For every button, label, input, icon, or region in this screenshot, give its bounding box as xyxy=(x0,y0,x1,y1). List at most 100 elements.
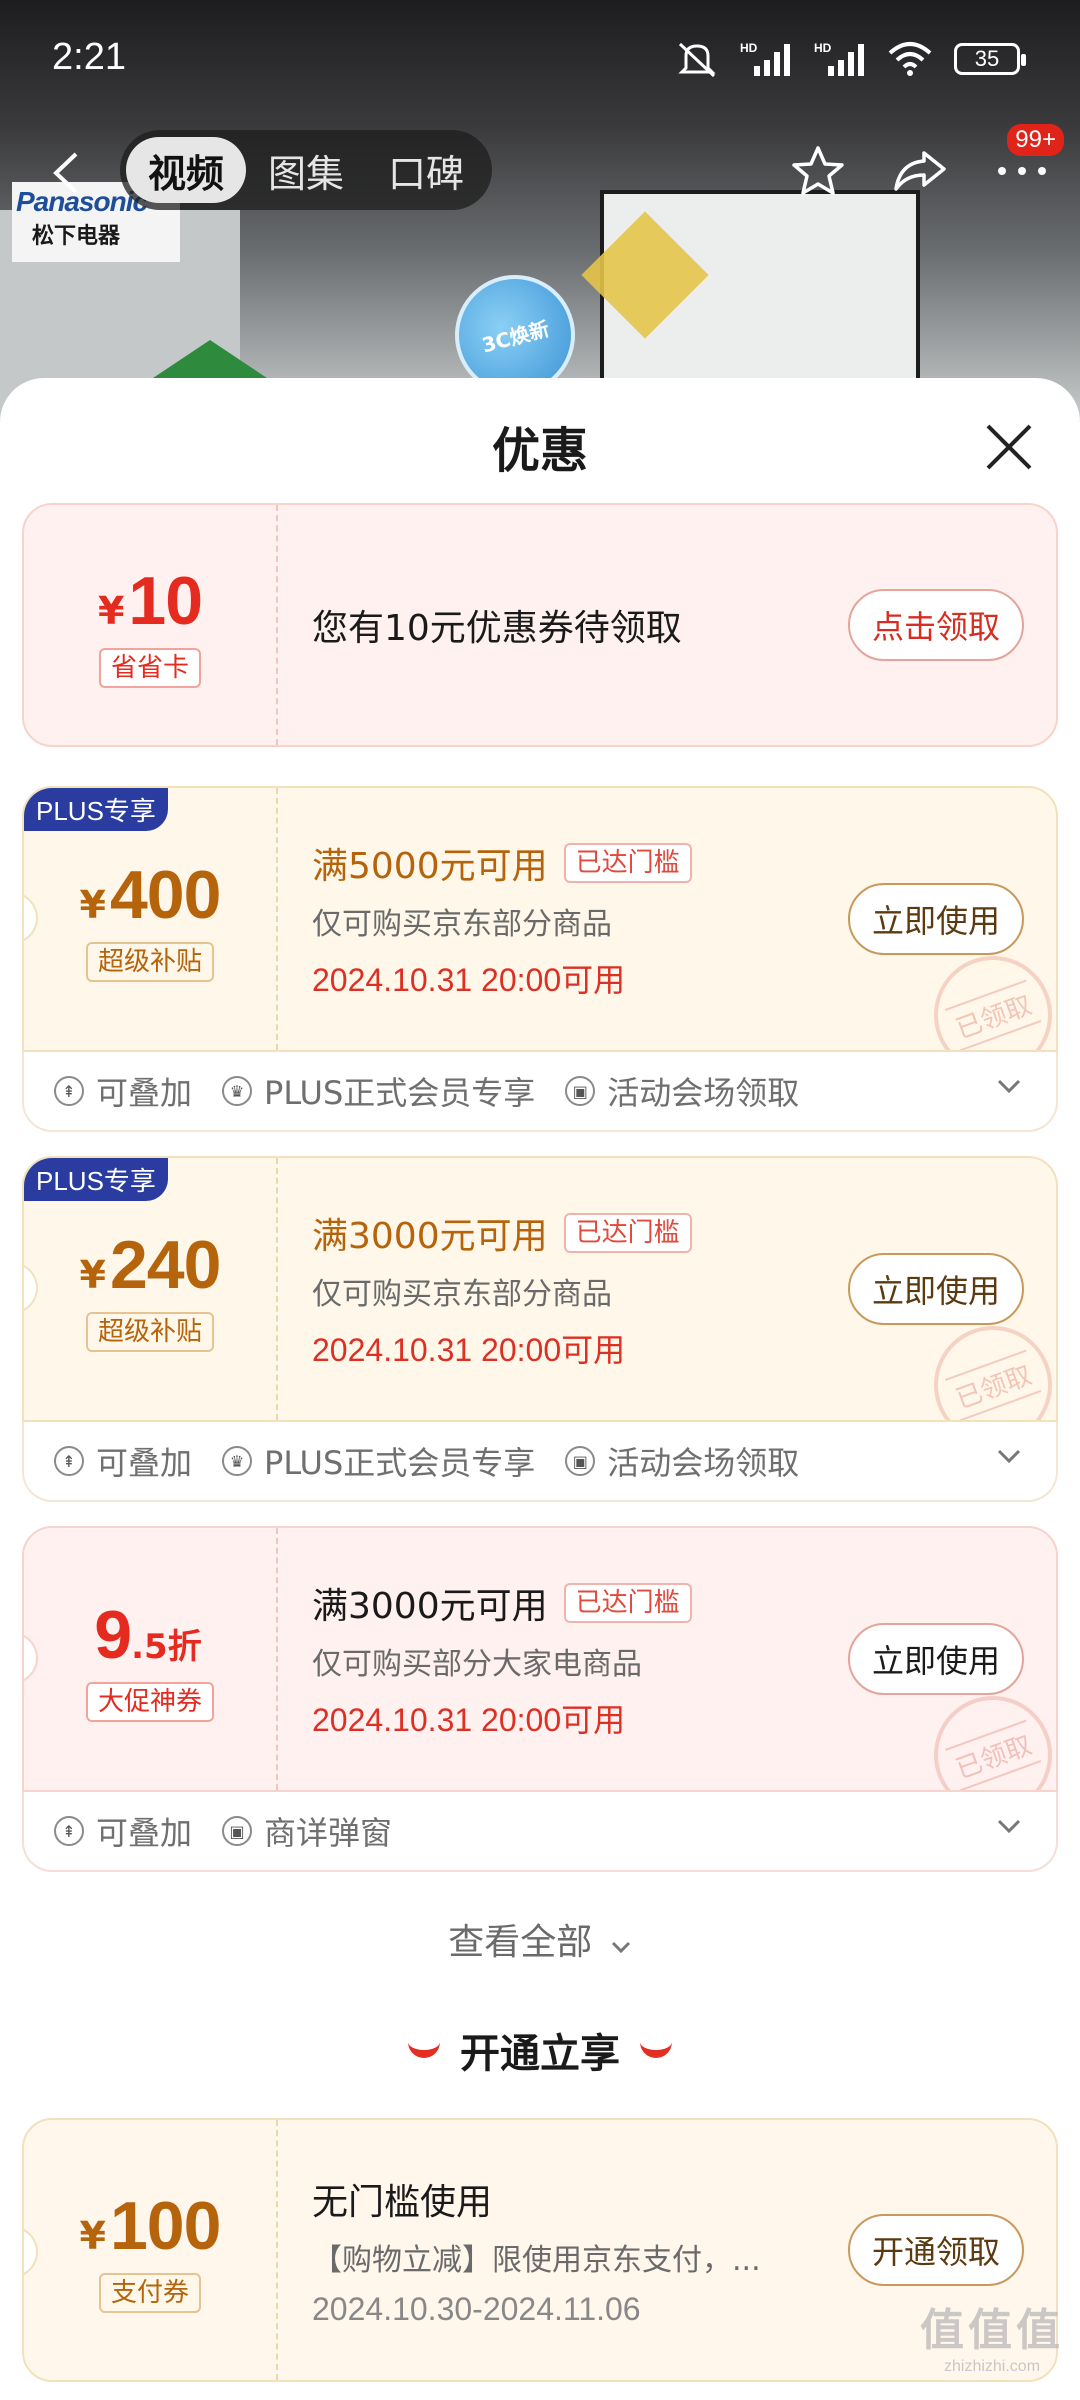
threshold-reached-tag: 已达门槛 xyxy=(563,1583,692,1623)
status-icons: HD HD 35 xyxy=(676,40,1026,78)
meta-text: PLUS正式会员专享 xyxy=(264,1074,536,1112)
coupon-card: 9 .5折 大促神券 满3000元可用 已达门槛 仅可购买部分大家电商品 202… xyxy=(22,1526,1058,1792)
coupon-card: ¥ 100 支付券 无门槛使用 【购物立减】限使用京东支付，... 2024.1… xyxy=(22,2118,1058,2382)
coupon-card: ¥ 10 省省卡 您有10元优惠券待领取 点击领取 xyxy=(22,503,1058,747)
threshold-reached-tag: 已达门槛 xyxy=(563,1213,692,1253)
coupon-amount: ¥ 100 xyxy=(79,2187,222,2265)
coupon-amount-block: ¥ 10 省省卡 xyxy=(24,505,276,745)
meta-popup: ▣ 商详弹窗 xyxy=(222,1808,392,1854)
claim-button[interactable]: 点击领取 xyxy=(847,589,1024,661)
crown-icon: ♛ xyxy=(222,1446,253,1476)
coupon-amount: 9 .5折 xyxy=(94,1596,205,1674)
ticket-icon: ▣ xyxy=(565,1076,596,1106)
coupon-meta-row[interactable]: ⇞ 可叠加 ▣ 商详弹窗 xyxy=(22,1792,1058,1872)
mute-icon xyxy=(678,42,716,78)
condition-row: 满5000元可用 已达门槛 xyxy=(312,837,692,889)
view-all-text: 查看全部 xyxy=(448,1922,593,1963)
stack-icon: ⇞ xyxy=(54,1446,84,1476)
ticket-icon: ▣ xyxy=(222,1816,253,1846)
crown-icon: ♛ xyxy=(222,1076,253,1106)
stack-icon: ⇞ xyxy=(54,1076,84,1106)
coupon-type-tag: 超级补贴 xyxy=(85,1312,214,1352)
watermark-url: zhizhizhi.com xyxy=(943,2358,1041,2375)
sheet-title: 优惠 xyxy=(491,422,588,479)
coupon-condition: 满3000元可用 xyxy=(312,1586,548,1627)
coupon-scope: 仅可购买京东部分商品 xyxy=(312,1277,612,1312)
coupon-card: PLUS专享 ¥ 240 超级补贴 满3000元可用 已达门槛 仅可购买京东部分… xyxy=(22,1156,1058,1422)
tab-video[interactable]: 视频 xyxy=(126,137,246,203)
coupon-info: 无门槛使用 【购物立减】限使用京东支付，... 2024.10.30-2024.… xyxy=(312,2120,761,2380)
currency-symbol: ¥ xyxy=(79,883,106,927)
coupon-date: 2024.10.31 20:00可用 xyxy=(312,1702,626,1738)
coupon-amount-block: ¥ 100 支付券 xyxy=(24,2120,276,2380)
meta-venue: ▣ 活动会场领取 xyxy=(565,1068,799,1114)
coupon-amount: ¥ 240 xyxy=(79,1226,222,1304)
use-now-button[interactable]: 立即使用 xyxy=(847,1253,1024,1325)
back-icon[interactable] xyxy=(50,150,82,196)
amount-value: 10 xyxy=(128,563,203,639)
coupon-type-tag: 省省卡 xyxy=(98,648,201,688)
share-icon[interactable] xyxy=(892,147,948,195)
currency-symbol: ¥ xyxy=(79,1253,106,1297)
stack-icon: ⇞ xyxy=(54,1816,84,1846)
view-all-link[interactable]: 查看全部 xyxy=(0,1913,1080,1965)
chevron-down-icon[interactable] xyxy=(996,1448,1022,1464)
coupon-info: 您有10元优惠券待领取 xyxy=(312,505,682,745)
watermark-logo: 值值值 xyxy=(920,2305,1064,2356)
currency-symbol: ¥ xyxy=(97,589,125,633)
meta-stackable: ⇞ 可叠加 xyxy=(54,1808,192,1854)
coupon-info: 满3000元可用 已达门槛 仅可购买部分大家电商品 2024.10.31 20:… xyxy=(312,1528,692,1790)
smile-decoration-left xyxy=(408,2042,440,2058)
favorite-star-icon[interactable] xyxy=(790,144,846,198)
section-title-text: 开通立享 xyxy=(460,2031,620,2077)
amount-value: 400 xyxy=(109,857,221,933)
message-badge: 99+ xyxy=(1007,124,1064,156)
plus-badge: PLUS专享 xyxy=(24,788,168,831)
stamp-text: 已领取 xyxy=(944,979,1042,1050)
claimed-stamp: 已领取 xyxy=(917,939,1056,1050)
ticket-divider xyxy=(276,788,278,1050)
section-title: 开通立享 xyxy=(0,2021,1080,2079)
coupon-type-tag: 大促神券 xyxy=(85,1682,214,1722)
coupon-meta-row[interactable]: ⇞ 可叠加 ♛ PLUS正式会员专享 ▣ 活动会场领取 xyxy=(22,1052,1058,1132)
stamp-text: 已领取 xyxy=(944,1719,1042,1790)
meta-stackable: ⇞ 可叠加 xyxy=(54,1068,192,1114)
tab-gallery[interactable]: 图集 xyxy=(246,137,366,203)
amount-value: 240 xyxy=(109,1227,221,1303)
coupon-scope: 【购物立减】限使用京东支付，... xyxy=(312,2242,761,2278)
chevron-down-icon[interactable] xyxy=(996,1078,1022,1094)
use-now-button[interactable]: 立即使用 xyxy=(847,883,1024,955)
meta-text: 可叠加 xyxy=(96,1814,193,1852)
coupon-info: 满5000元可用 已达门槛 仅可购买京东部分商品 2024.10.31 20:0… xyxy=(312,788,692,1050)
claimed-stamp: 已领取 xyxy=(917,1679,1056,1790)
amount-value: 100 xyxy=(109,2188,221,2264)
discount-value: 9 xyxy=(94,1597,132,1673)
coupon-type-tag: 支付券 xyxy=(98,2273,201,2313)
currency-symbol: ¥ xyxy=(79,2214,106,2258)
meta-text: 可叠加 xyxy=(96,1444,193,1482)
signal-hd-icon: HD xyxy=(740,41,790,76)
coupon-condition: 满5000元可用 xyxy=(312,846,548,887)
meta-text: 可叠加 xyxy=(96,1074,193,1112)
coupon-message: 您有10元优惠券待领取 xyxy=(312,608,682,649)
media-tabs: 视频 图集 口碑 xyxy=(120,130,492,210)
ticket-divider xyxy=(276,1158,278,1420)
chevron-down-icon[interactable] xyxy=(996,1818,1022,1834)
ticket-divider xyxy=(276,2120,278,2380)
ticket-divider xyxy=(276,1528,278,1790)
coupon-amount-block: 9 .5折 大促神券 xyxy=(24,1528,276,1790)
condition-row: 满3000元可用 已达门槛 xyxy=(312,1577,692,1629)
coupon-card: PLUS专享 ¥ 400 超级补贴 满5000元可用 已达门槛 仅可购买京东部分… xyxy=(22,786,1058,1052)
close-icon[interactable] xyxy=(982,420,1036,474)
coupon-scope: 仅可购买部分大家电商品 xyxy=(312,1647,642,1682)
brand-cn: 松下电器 xyxy=(32,224,121,249)
smile-decoration-right xyxy=(640,2042,672,2058)
tab-reviews[interactable]: 口碑 xyxy=(366,137,486,203)
coupon-meta-row[interactable]: ⇞ 可叠加 ♛ PLUS正式会员专享 ▣ 活动会场领取 xyxy=(22,1422,1058,1502)
meta-text: 商详弹窗 xyxy=(264,1814,393,1852)
use-now-button[interactable]: 立即使用 xyxy=(847,1623,1024,1695)
coupon-type-tag: 超级补贴 xyxy=(85,942,214,982)
meta-text: 活动会场领取 xyxy=(607,1074,800,1112)
more-icon[interactable] xyxy=(994,161,1050,181)
activate-claim-button[interactable]: 开通领取 xyxy=(847,2214,1024,2286)
